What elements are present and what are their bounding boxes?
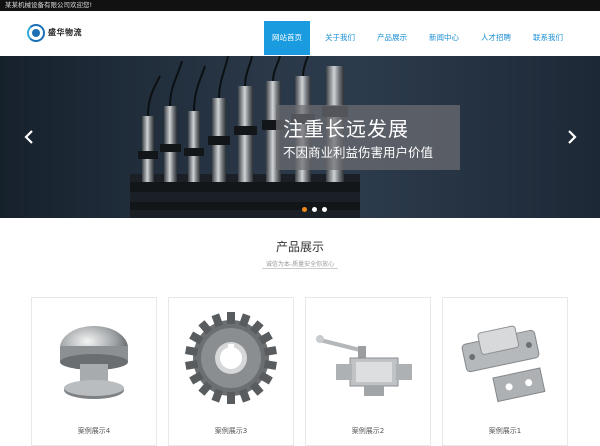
hero-caption-box: 注重长远发展 不因商业利益伤害用户价值 — [276, 105, 460, 170]
hero-slider[interactable]: 注重长远发展 不因商业利益伤害用户价值 — [0, 56, 600, 218]
product-card[interactable]: 案例展示4 — [31, 297, 157, 446]
products-section-title: 产品展示 — [275, 240, 324, 254]
ball-valve-image — [306, 298, 430, 418]
slider-dot-2[interactable] — [312, 207, 317, 212]
product-label[interactable]: 案例展示3 — [169, 426, 293, 436]
product-card[interactable]: 案例展示1 — [442, 297, 568, 446]
chevron-left-icon[interactable] — [22, 129, 38, 145]
metal-cap-valve-image — [32, 298, 156, 418]
product-label[interactable]: 案例展示2 — [306, 426, 430, 436]
product-label[interactable]: 案例展示1 — [443, 426, 567, 436]
hero-subtitle: 不因商业利益伤害用户价值 — [283, 145, 434, 160]
product-label[interactable]: 案例展示4 — [32, 426, 156, 436]
product-card[interactable]: 案例展示2 — [305, 297, 431, 446]
top-bar: 某某机械设备有限公司欢迎您! — [0, 0, 600, 11]
section-divider — [262, 268, 338, 269]
nav-item-news[interactable]: 新闻中心 — [422, 21, 466, 55]
slider-dot-3[interactable] — [322, 207, 327, 212]
product-card[interactable]: 案例展示3 — [168, 297, 294, 446]
hinge-bracket-image — [443, 298, 567, 418]
nav-item-home[interactable]: 网站首页 — [264, 21, 310, 55]
hero-title: 注重长远发展 — [283, 117, 409, 141]
spur-gear-image — [169, 298, 293, 418]
nav-item-products[interactable]: 产品展示 — [370, 21, 414, 55]
chevron-right-icon[interactable] — [563, 129, 579, 145]
company-logo[interactable]: 盛华物流 — [27, 23, 89, 43]
welcome-text: 某某机械设备有限公司欢迎您! — [5, 1, 93, 9]
nav-item-contact[interactable]: 联系我们 — [526, 21, 570, 55]
products-section-subtitle: 诚信为本-质量安全你放心 — [265, 261, 335, 268]
slider-dot-1[interactable] — [302, 207, 307, 212]
nav-item-jobs[interactable]: 人才招聘 — [474, 21, 518, 55]
header: 盛华物流 网站首页 关于我们 产品展示 新闻中心 人才招聘 联系我们 — [0, 11, 600, 56]
logo-text: 盛华物流 — [48, 27, 82, 37]
logo-mark-icon — [27, 24, 45, 42]
nav-item-about[interactable]: 关于我们 — [318, 21, 362, 55]
